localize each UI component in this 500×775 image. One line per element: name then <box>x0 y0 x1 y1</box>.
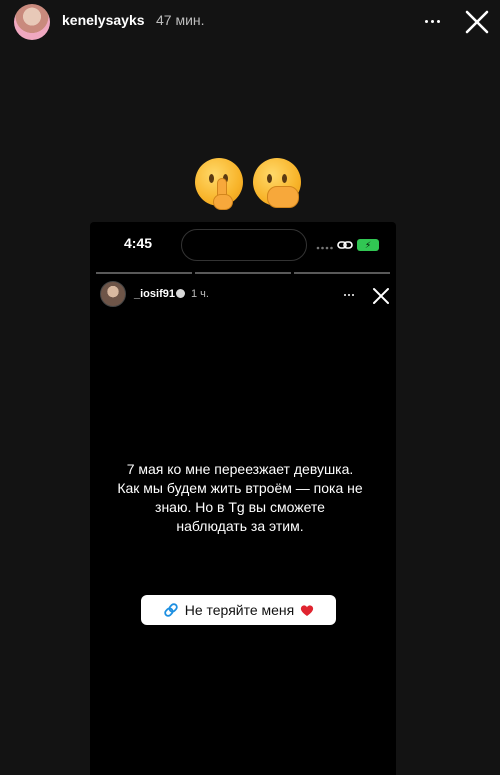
inner-progress-segment <box>294 272 390 274</box>
avatar[interactable] <box>14 4 50 40</box>
link-icon <box>164 603 178 617</box>
message-line: знаю. Но в Тg вы сможете <box>155 499 325 515</box>
link-status-icon <box>337 241 353 249</box>
inner-close-icon[interactable] <box>371 286 391 306</box>
inner-username[interactable]: _iosif91 <box>134 288 175 300</box>
dynamic-island <box>181 229 307 261</box>
story-username[interactable]: kenelysayks <box>62 12 145 28</box>
close-icon[interactable] <box>462 7 492 37</box>
face-with-hand-over-mouth-emoji <box>253 158 301 208</box>
inner-progress-segment <box>96 272 192 274</box>
more-horizontal-icon[interactable] <box>417 10 447 32</box>
red-heart-emoji <box>301 604 314 616</box>
inner-timestamp: 1 ч. <box>191 288 209 300</box>
cellular-signal-icon <box>316 246 333 250</box>
shushing-face-emoji <box>195 158 243 210</box>
inner-progress-segment <box>195 272 291 274</box>
emoji-stickers <box>195 158 307 210</box>
battery-icon: ⚡ <box>357 239 379 251</box>
verified-icon <box>176 289 185 298</box>
story-message: 7 мая ко мне переезжает девушка. Как мы … <box>110 460 370 536</box>
message-line: Как мы будем жить втроём — пока не <box>117 480 363 496</box>
message-line: наблюдать за этим. <box>176 518 304 534</box>
link-sticker[interactable]: Не теряйте меня <box>141 595 336 625</box>
inner-avatar[interactable] <box>100 281 126 307</box>
status-bar-time: 4:45 <box>124 235 153 251</box>
story-timestamp: 47 мин. <box>156 12 205 28</box>
message-line: 7 мая ко мне переезжает девушка. <box>126 461 354 477</box>
inner-more-icon[interactable] <box>340 290 358 300</box>
link-sticker-label: Не теряйте меня <box>184 602 295 618</box>
story-header: kenelysayks 47 мин. <box>0 0 500 46</box>
